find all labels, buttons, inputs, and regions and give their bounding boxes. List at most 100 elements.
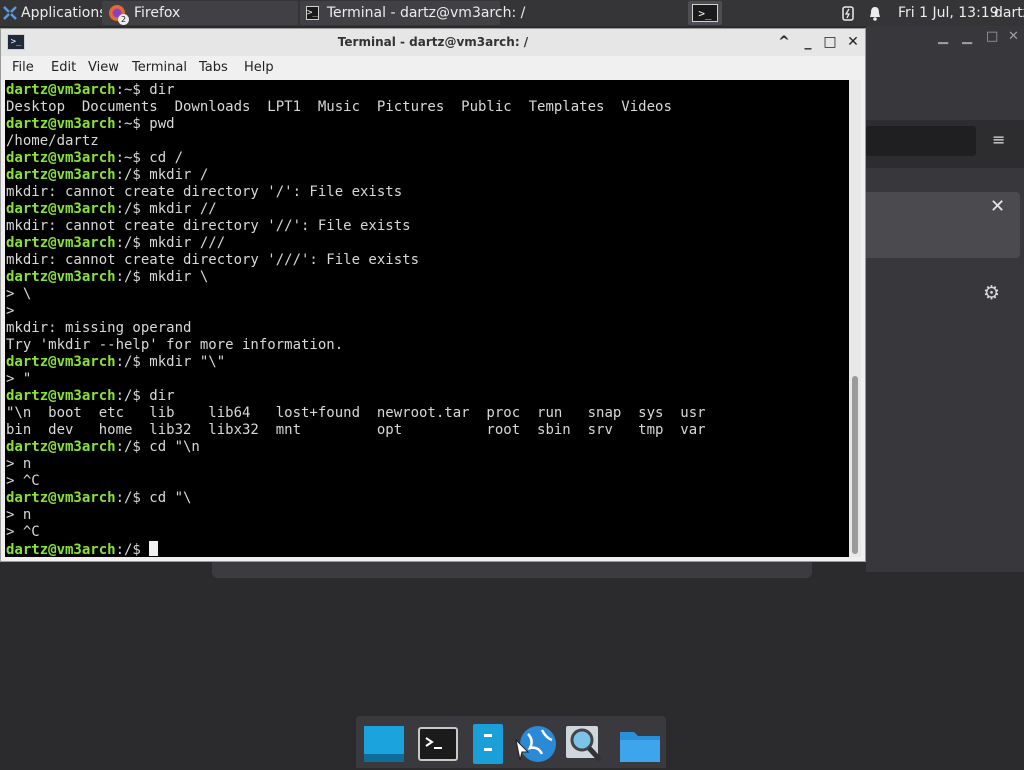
firefox-maximize-icon[interactable]: □ bbox=[986, 29, 998, 44]
menubar: File Edit View Terminal Tabs Help bbox=[1, 56, 865, 80]
task-terminal[interactable]: >_ Terminal - dartz@vm3arch: / bbox=[300, 1, 525, 25]
prompt-user-host: dartz@vm3arch bbox=[6, 388, 116, 404]
terminal-output-line: /home/dartz bbox=[6, 133, 99, 149]
minimize-button[interactable]: _ bbox=[799, 33, 817, 51]
terminal-output-line: > " bbox=[6, 371, 32, 387]
power-manager-icon[interactable] bbox=[842, 0, 854, 26]
terminal-prompt-line: dartz@vm3arch:/$ dir bbox=[6, 388, 706, 405]
xfce-logo-icon bbox=[3, 6, 17, 20]
terminal-output[interactable]: dartz@vm3arch:~$ dir Desktop Documents Do… bbox=[5, 80, 849, 557]
scrollbar[interactable] bbox=[849, 80, 861, 557]
terminal-output-line: mkdir: missing operand bbox=[6, 320, 192, 336]
terminal-window[interactable]: >_ Terminal - dartz@vm3arch: / ^ _ □ ✕ F… bbox=[0, 28, 866, 562]
terminal-output-line: > ^C bbox=[6, 473, 40, 489]
workspace-switcher[interactable]: >_ bbox=[688, 1, 722, 25]
text-cursor bbox=[149, 541, 159, 556]
command-text: :~$ cd / bbox=[115, 150, 184, 166]
window-title: Terminal - dartz@vm3arch: / bbox=[337, 35, 529, 49]
titlebar[interactable]: >_ Terminal - dartz@vm3arch: / ^ _ □ ✕ bbox=[1, 29, 865, 56]
window-count-badge: 2 bbox=[118, 14, 129, 25]
notification-bell-icon[interactable] bbox=[868, 0, 882, 26]
close-button[interactable]: ✕ bbox=[844, 33, 862, 51]
prompt-user-host: dartz@vm3arch bbox=[6, 269, 116, 285]
terminal-prompt-line: dartz@vm3arch:/$ mkdir \ bbox=[6, 269, 706, 286]
terminal-launcher-icon[interactable] bbox=[416, 722, 460, 766]
command-text: :/$ bbox=[115, 542, 150, 557]
firefox-window-background bbox=[866, 26, 1024, 572]
show-desktop-icon[interactable] bbox=[362, 722, 406, 766]
file-manager-icon[interactable] bbox=[466, 722, 510, 766]
prompt-user-host: dartz@vm3arch bbox=[6, 542, 116, 557]
terminal-output-line: > \ bbox=[6, 286, 32, 302]
terminal-prompt-line: dartz@vm3arch:~$ cd / bbox=[6, 150, 706, 167]
firefox-minimize-icon[interactable]: ▁ bbox=[938, 30, 948, 45]
command-text: :/$ mkdir /// bbox=[115, 235, 226, 251]
task-firefox[interactable]: 2 Firefox bbox=[102, 1, 298, 25]
menu-file[interactable]: File bbox=[12, 60, 34, 75]
terminal-output-line: bin dev home lib32 libx32 mnt opt root s… bbox=[6, 422, 706, 438]
terminal-prompt-line: dartz@vm3arch:/$ mkdir /// bbox=[6, 235, 706, 252]
settings-gear-icon[interactable]: ⚙ bbox=[983, 282, 1000, 304]
firefox-content-card bbox=[212, 560, 812, 578]
prompt-user-host: dartz@vm3arch bbox=[6, 167, 116, 183]
prompt-user-host: dartz@vm3arch bbox=[6, 235, 116, 251]
dock bbox=[356, 716, 666, 768]
prompt-user-host: dartz@vm3arch bbox=[6, 82, 116, 98]
terminal-output-line: Try 'mkdir --help' for more information. bbox=[6, 337, 344, 353]
task-firefox-label: Firefox bbox=[134, 5, 181, 21]
menu-help[interactable]: Help bbox=[244, 60, 274, 75]
menu-terminal[interactable]: Terminal bbox=[132, 60, 187, 75]
command-text: :~$ pwd bbox=[115, 116, 175, 132]
prompt-user-host: dartz@vm3arch bbox=[6, 201, 116, 217]
clock[interactable]: Fri 1 Jul, 13:19 bbox=[898, 0, 999, 26]
command-text: :/$ cd "\n bbox=[115, 439, 200, 455]
terminal-output-line: mkdir: cannot create directory '/': File… bbox=[6, 184, 403, 200]
terminal-output-line: > n bbox=[6, 507, 32, 523]
applications-menu[interactable]: Applications bbox=[3, 0, 107, 26]
terminal-output-line: > bbox=[6, 303, 15, 319]
terminal-prompt-line: dartz@vm3arch:~$ pwd bbox=[6, 116, 706, 133]
terminal-output-line: mkdir: cannot create directory '//': Fil… bbox=[6, 218, 411, 234]
task-terminal-label: Terminal - dartz@vm3arch: / bbox=[326, 5, 526, 21]
prompt-user-host: dartz@vm3arch bbox=[6, 150, 116, 166]
user-menu[interactable]: dartz bbox=[994, 0, 1024, 26]
terminal-prompt-line: dartz@vm3arch:/$ cd "\n bbox=[6, 439, 706, 456]
command-text: :/$ dir bbox=[115, 388, 175, 404]
shade-button[interactable]: ^ bbox=[775, 33, 793, 51]
terminal-output-line: mkdir: cannot create directory '///': Fi… bbox=[6, 252, 420, 268]
workspace-terminal-icon: >_ bbox=[692, 4, 718, 22]
terminal-prompt-line: dartz@vm3arch:/$ cd "\ bbox=[6, 490, 706, 507]
menu-view[interactable]: View bbox=[88, 60, 119, 75]
command-text: :/$ cd "\ bbox=[115, 490, 192, 506]
hamburger-menu-icon[interactable]: ≡ bbox=[992, 130, 1005, 149]
menu-tabs[interactable]: Tabs bbox=[199, 60, 228, 75]
folder-icon[interactable] bbox=[618, 722, 662, 766]
firefox-icon: 2 bbox=[108, 4, 129, 25]
notification-close-icon[interactable]: ✕ bbox=[990, 196, 1005, 217]
terminal-lines: dartz@vm3arch:~$ dir Desktop Documents Do… bbox=[6, 82, 706, 557]
menu-edit[interactable]: Edit bbox=[51, 60, 76, 75]
maximize-button[interactable]: □ bbox=[821, 33, 839, 51]
command-text: :/$ mkdir "\" bbox=[115, 354, 226, 370]
firefox-restore-icon[interactable]: ▁ bbox=[962, 30, 972, 45]
web-browser-icon[interactable] bbox=[514, 722, 558, 766]
firefox-close-icon[interactable]: ✕ bbox=[1008, 29, 1019, 44]
applications-label: Applications bbox=[21, 5, 107, 21]
terminal-prompt-line: dartz@vm3arch:~$ dir bbox=[6, 82, 706, 99]
scrollbar-thumb[interactable] bbox=[852, 376, 858, 554]
terminal-output-line: > ^C bbox=[6, 524, 40, 540]
command-text: :~$ dir bbox=[115, 82, 175, 98]
prompt-user-host: dartz@vm3arch bbox=[6, 439, 116, 455]
terminal-output-line: Desktop Documents Downloads LPT1 Music P… bbox=[6, 99, 672, 115]
command-text: :/$ mkdir / bbox=[115, 167, 209, 183]
terminal-prompt-line: dartz@vm3arch:/$ mkdir / bbox=[6, 167, 706, 184]
terminal-output-line: > n bbox=[6, 456, 32, 472]
terminal-prompt-line: dartz@vm3arch:/$ mkdir "\" bbox=[6, 354, 706, 371]
terminal-output-line: "\n boot etc lib lib64 lost+found newroo… bbox=[6, 405, 706, 421]
firefox-url-bar[interactable] bbox=[866, 126, 976, 156]
command-text: :/$ mkdir \ bbox=[115, 269, 209, 285]
prompt-user-host: dartz@vm3arch bbox=[6, 490, 116, 506]
prompt-user-host: dartz@vm3arch bbox=[6, 354, 116, 370]
prompt-user-host: dartz@vm3arch bbox=[6, 116, 116, 132]
search-icon[interactable] bbox=[562, 722, 606, 766]
